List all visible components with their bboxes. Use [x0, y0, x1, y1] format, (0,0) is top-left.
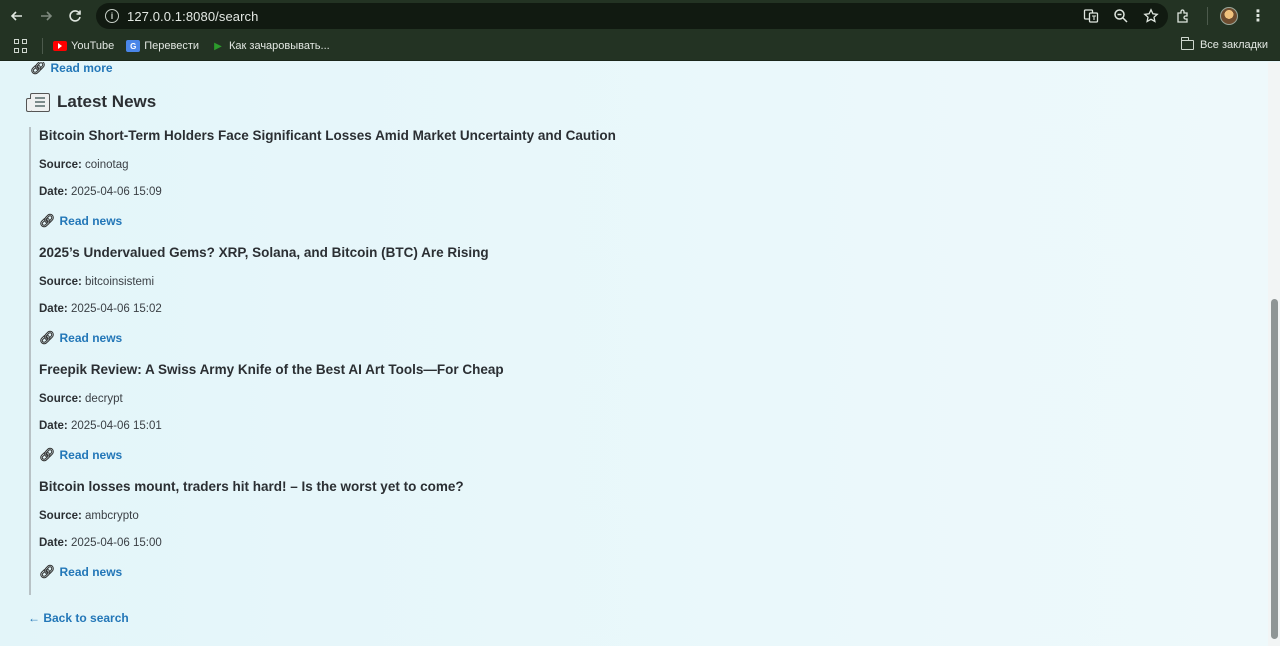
bookmarks-bar: YouTube G Перевести ▶ Как зачаровывать..… — [0, 32, 1280, 61]
news-date: Date: 2025-04-06 15:01 — [39, 420, 162, 432]
address-bar[interactable]: i 127.0.0.1:8080/search — [96, 3, 1168, 29]
profile-avatar[interactable] — [1220, 7, 1238, 25]
news-title: Bitcoin Short-Term Holders Face Signific… — [39, 128, 616, 143]
source-value: coinotag — [85, 159, 129, 171]
toolbar-divider — [1207, 7, 1208, 25]
back-arrow-icon[interactable] — [5, 4, 29, 28]
page-viewport: 🔗︎ Read more Latest News Bitcoin Short-T… — [0, 62, 1268, 646]
read-news-label: Read news — [59, 214, 123, 228]
date-value: 2025-04-06 15:02 — [70, 303, 162, 315]
forward-arrow-icon[interactable] — [34, 4, 58, 28]
site-info-icon[interactable]: i — [105, 9, 119, 23]
news-title: Bitcoin losses mount, traders hit hard! … — [39, 479, 464, 494]
bookmark-label: Перевести — [144, 40, 200, 52]
date-label: Date: — [39, 420, 68, 432]
source-value: ambcrypto — [85, 510, 139, 522]
link-icon: 🔗︎ — [39, 330, 56, 345]
source-value: decrypt — [85, 393, 123, 405]
read-more-label: Read more — [50, 62, 113, 75]
all-bookmarks[interactable]: Все закладки — [1180, 37, 1268, 51]
bookmark-label: YouTube — [71, 40, 115, 52]
read-news-link[interactable]: 🔗︎ Read news — [39, 213, 122, 229]
date-label: Date: — [39, 303, 68, 315]
bookmark-star-icon[interactable] — [1142, 7, 1160, 25]
link-icon: 🔗︎ — [39, 447, 56, 462]
news-title: 2025’s Undervalued Gems? XRP, Solana, an… — [39, 245, 489, 260]
source-label: Source: — [39, 276, 82, 288]
date-value: 2025-04-06 15:01 — [70, 420, 162, 432]
read-news-link[interactable]: 🔗︎ Read news — [39, 447, 122, 463]
link-icon: 🔗︎ — [30, 62, 47, 75]
read-news-link[interactable]: 🔗︎ Read news — [39, 330, 122, 346]
link-icon: 🔗︎ — [39, 564, 56, 579]
bookmark-translate[interactable]: G Перевести — [126, 40, 199, 52]
read-news-label: Read news — [59, 565, 123, 579]
date-label: Date: — [39, 186, 68, 198]
news-date: Date: 2025-04-06 15:09 — [39, 186, 162, 198]
read-more-link[interactable]: 🔗︎ Read more — [30, 62, 113, 75]
news-list: Bitcoin Short-Term Holders Face Signific… — [29, 127, 829, 595]
news-source: Source: ambcrypto — [39, 510, 139, 522]
news-source: Source: decrypt — [39, 393, 123, 405]
source-label: Source: — [39, 159, 82, 171]
all-bookmarks-label: Все закладки — [1199, 39, 1268, 51]
news-item: 2025’s Undervalued Gems? XRP, Solana, an… — [29, 244, 829, 361]
date-value: 2025-04-06 15:09 — [70, 186, 162, 198]
source-value: bitcoinsistemi — [85, 276, 155, 288]
newspaper-icon — [26, 92, 50, 112]
news-date: Date: 2025-04-06 15:00 — [39, 537, 162, 549]
bookmark-youtube[interactable]: YouTube — [53, 40, 114, 52]
news-item: Freepik Review: A Swiss Army Knife of th… — [29, 361, 829, 478]
extensions-puzzle-icon[interactable] — [1171, 4, 1195, 28]
bookmark-enchant[interactable]: ▶ Как зачаровывать... — [211, 40, 330, 52]
source-label: Source: — [39, 510, 82, 522]
url-text[interactable]: 127.0.0.1:8080/search — [127, 9, 258, 24]
news-date: Date: 2025-04-06 15:02 — [39, 303, 162, 315]
browser-toolbar: i 127.0.0.1:8080/search ⋮ — [0, 0, 1280, 32]
apps-grid-icon[interactable] — [14, 39, 28, 53]
reload-icon[interactable] — [63, 4, 87, 28]
bookmarks-divider — [42, 38, 43, 54]
news-item: Bitcoin Short-Term Holders Face Signific… — [29, 127, 829, 244]
read-news-label: Read news — [59, 448, 123, 462]
read-news-link[interactable]: 🔗︎ Read news — [39, 564, 122, 580]
source-label: Source: — [39, 393, 82, 405]
news-item: Bitcoin losses mount, traders hit hard! … — [29, 478, 829, 595]
back-to-search-link[interactable]: ← Back to search — [28, 611, 129, 625]
page-scrollbar[interactable] — [1268, 62, 1280, 646]
translate-page-icon[interactable] — [1082, 7, 1100, 25]
folder-icon — [1180, 37, 1194, 50]
zoom-icon[interactable] — [1112, 7, 1130, 25]
bookmark-label: Как зачаровывать... — [229, 40, 330, 52]
youtube-icon — [53, 41, 67, 51]
kebab-menu-icon[interactable]: ⋮ — [1250, 6, 1266, 26]
date-value: 2025-04-06 15:00 — [70, 537, 162, 549]
translate-icon: G — [126, 40, 141, 52]
scrollbar-thumb[interactable] — [1271, 299, 1278, 639]
link-icon: 🔗︎ — [39, 213, 56, 228]
news-source: Source: bitcoinsistemi — [39, 276, 154, 288]
play-icon: ▶ — [214, 40, 222, 52]
page-title: Latest News — [57, 92, 157, 111]
date-label: Date: — [39, 537, 68, 549]
latest-news-heading: Latest News — [26, 92, 157, 112]
read-news-label: Read news — [59, 331, 123, 345]
news-title: Freepik Review: A Swiss Army Knife of th… — [39, 362, 504, 377]
news-source: Source: coinotag — [39, 159, 129, 171]
